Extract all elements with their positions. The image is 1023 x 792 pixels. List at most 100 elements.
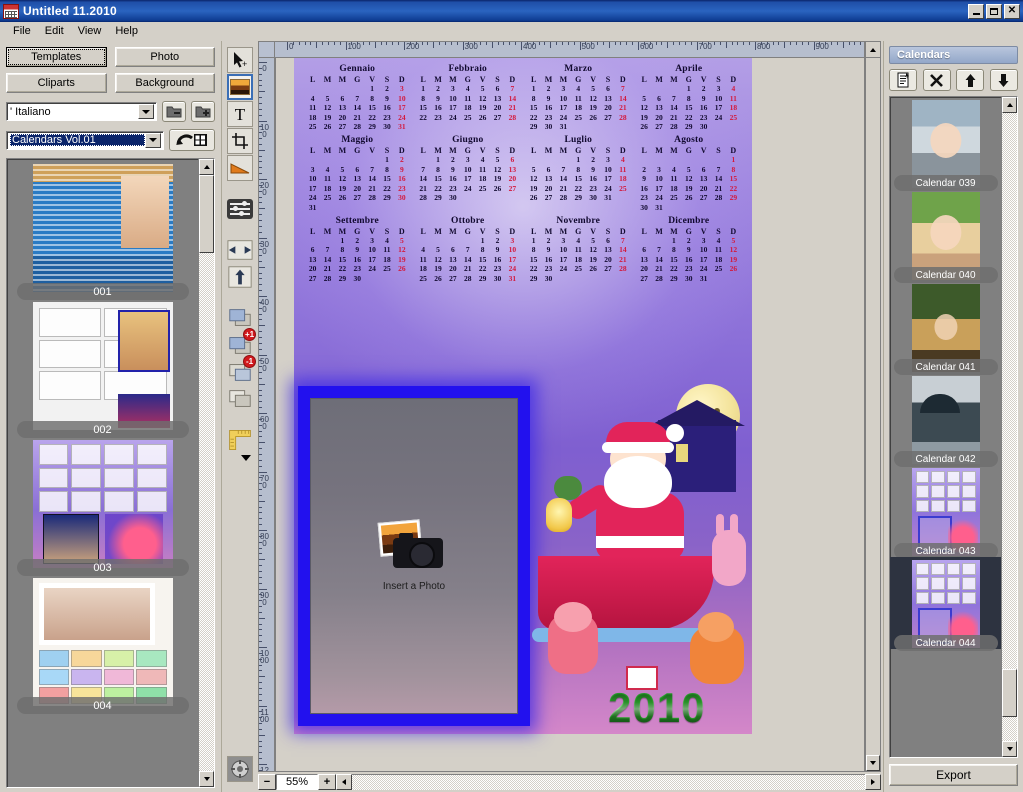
month-name: Luglio	[564, 135, 593, 145]
list-item[interactable]: 004	[16, 578, 189, 714]
flip-vertical-tool[interactable]	[227, 264, 253, 290]
folder-add-icon[interactable]	[191, 101, 215, 122]
badge-count: +1	[243, 328, 256, 341]
scroll-down-button[interactable]	[199, 771, 214, 787]
month-name: Marzo	[564, 64, 593, 74]
canvas-scroll-down-button[interactable]	[866, 755, 880, 771]
new-calendar-icon[interactable]: +	[889, 69, 917, 91]
crop-tool[interactable]	[227, 128, 253, 154]
scroll-track[interactable]	[1002, 113, 1017, 669]
weekday-header: LMMGVSD	[531, 146, 626, 155]
scroll-thumb[interactable]	[1002, 669, 1017, 717]
scroll-down-button[interactable]	[1002, 741, 1017, 757]
scroll-track[interactable]	[1002, 717, 1017, 741]
adjustments-tool[interactable]	[227, 196, 253, 222]
list-item[interactable]: 002	[16, 302, 189, 438]
zoom-in-button[interactable]: +	[318, 774, 336, 790]
template-label: 004	[16, 697, 189, 714]
template-label: 002	[16, 421, 189, 438]
month-days: 0012345678910111213141516171819202122232…	[308, 235, 406, 283]
template-thumbnail	[32, 302, 173, 430]
ruler-tool[interactable]	[227, 427, 253, 453]
folder-remove-icon[interactable]	[162, 101, 186, 122]
canvas-viewport[interactable]: GennaioLMMGVSD00001234567891011121314151…	[275, 58, 865, 772]
calendar-icon	[3, 3, 19, 19]
photo-button[interactable]: Photo	[114, 47, 215, 67]
calendar-page[interactable]: GennaioLMMGVSD00001234567891011121314151…	[294, 58, 752, 734]
canvas-scroll-up-button[interactable]	[865, 41, 881, 58]
tool-overflow-caret-icon[interactable]	[241, 455, 251, 461]
angle-tool[interactable]	[227, 155, 253, 181]
send-to-back-tool[interactable]	[227, 386, 253, 412]
menu-view[interactable]: View	[71, 23, 109, 39]
image-tool[interactable]	[227, 74, 253, 100]
list-item[interactable]: 003	[16, 440, 189, 576]
language-combo[interactable]: ' Italiano	[6, 102, 157, 121]
badge-count: -1	[243, 355, 256, 368]
zoom-out-button[interactable]: −	[258, 774, 276, 790]
calendar-list-scrollbar[interactable]	[1001, 97, 1017, 757]
language-value: ' Italiano	[10, 105, 51, 118]
hscroll-left-button[interactable]	[336, 774, 352, 790]
month-name: Settembre	[335, 215, 379, 226]
ruler-corner	[258, 41, 275, 58]
photo-placeholder[interactable]: Insert a Photo	[310, 398, 518, 714]
zoom-value[interactable]: 55%	[276, 774, 318, 790]
panel-toolbar: +	[889, 69, 1018, 91]
settings-gear-icon[interactable]	[227, 756, 253, 782]
list-item[interactable]: Calendar 044	[890, 557, 1001, 651]
bunny-figure	[712, 514, 746, 586]
select-pointer-tool[interactable]: +	[227, 47, 253, 73]
list-item[interactable]: Calendar 041	[890, 281, 1001, 375]
scroll-up-button[interactable]	[1002, 97, 1017, 113]
collection-combo[interactable]: Calendars Vol.01	[6, 130, 164, 150]
move-down-icon[interactable]	[989, 69, 1018, 91]
scroll-up-button[interactable]	[199, 159, 214, 175]
list-item[interactable]: 001	[16, 164, 189, 300]
template-list[interactable]: 001 002 003 004	[6, 158, 215, 788]
list-item[interactable]: Calendar 043	[890, 465, 1001, 559]
template-list-scrollbar[interactable]	[198, 159, 214, 787]
menu-edit[interactable]: Edit	[38, 23, 71, 39]
minimize-button[interactable]	[968, 3, 984, 19]
calendar-list[interactable]: Calendar 039 Calendar 040 Calendar 041 C…	[889, 96, 1018, 758]
list-item[interactable]: Calendar 039	[890, 97, 1001, 191]
title-bar: Untitled 11.2010 ✕	[0, 0, 1023, 22]
delete-calendar-icon[interactable]	[922, 69, 951, 91]
templates-button[interactable]: Templates	[6, 47, 107, 67]
month-name: Gennaio	[339, 64, 376, 74]
chevron-down-icon[interactable]	[145, 132, 161, 148]
maximize-button[interactable]	[986, 3, 1002, 19]
canvas-vertical-scrollbar[interactable]	[865, 58, 881, 772]
flip-horizontal-tool[interactable]	[227, 237, 253, 263]
list-item[interactable]: Calendar 040	[890, 189, 1001, 283]
calendar-month: DicembreLMMGVSD0012345678910111213141516…	[637, 216, 741, 283]
move-up-icon[interactable]	[956, 69, 985, 91]
menu-help[interactable]: Help	[108, 23, 145, 39]
calendar-month: Novembre L M M G V S D 1 2 3 4 5 6 7 8 9 10 11 12 13 14 15 16 17…	[526, 216, 630, 283]
close-button[interactable]: ✕	[1004, 3, 1020, 19]
scroll-thumb[interactable]	[199, 175, 214, 253]
month-name: Novembre	[556, 215, 601, 226]
hscroll-right-button[interactable]	[865, 774, 881, 790]
menu-file[interactable]: File	[6, 23, 38, 39]
month-days: 1 2 3 4 5 6 7 8 9 10 11 12 13 14 15 16 17 18 19 20 21 22 23 24 2…	[529, 84, 627, 131]
month-name: Aprile	[675, 64, 703, 74]
move-backward-tool[interactable]: -1	[227, 355, 256, 385]
template-label: 001	[16, 283, 189, 300]
refresh-grid-icon[interactable]	[169, 129, 215, 151]
background-button[interactable]: Background	[114, 73, 215, 93]
photo-placeholder-frame[interactable]: Insert a Photo	[298, 386, 530, 726]
text-tool[interactable]: T	[227, 101, 253, 127]
export-button[interactable]: Export	[889, 764, 1018, 786]
scroll-track[interactable]	[199, 253, 214, 771]
chevron-down-icon[interactable]	[138, 104, 154, 119]
calendar-month-row: MaggioLMMGVSD000001234567891011121314151…	[302, 135, 744, 212]
hscroll-track[interactable]	[352, 774, 865, 790]
cliparts-button[interactable]: Cliparts	[6, 73, 107, 93]
month-days: 0000001234567891011121314151617181920212…	[640, 155, 738, 212]
list-item[interactable]: Calendar 042	[890, 373, 1001, 467]
calendar-scroll-area: Calendar 039 Calendar 040 Calendar 041 C…	[890, 97, 1001, 757]
year-label: 2010	[608, 684, 706, 731]
calendar-month: OttobreLMMGVSD00001234567891011121314151…	[416, 216, 520, 283]
